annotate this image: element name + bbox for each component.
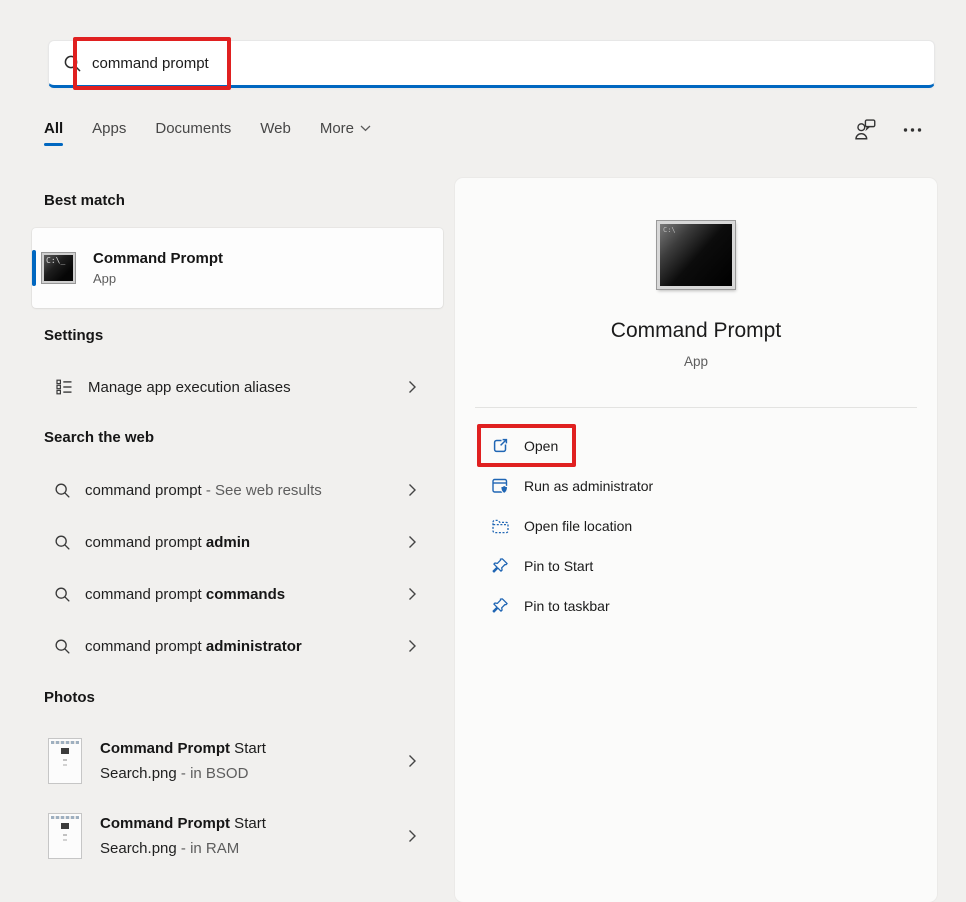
search-icon	[55, 534, 70, 550]
tab-all[interactable]: All	[44, 120, 64, 146]
tab-more[interactable]: More	[320, 120, 371, 137]
tab-documents[interactable]: Documents	[155, 120, 231, 137]
photo-thumbnail	[48, 813, 82, 859]
app-name: Command Prompt	[93, 250, 224, 267]
chevron-right-icon	[409, 830, 416, 842]
settings-heading: Settings	[44, 327, 104, 344]
pin-to-taskbar-button[interactable]: Pin to taskbar	[455, 586, 937, 626]
run-as-admin-icon	[492, 478, 509, 495]
topbar-icons	[852, 116, 923, 144]
search-filter-tabs: All Apps Documents Web More	[44, 120, 371, 146]
open-file-location-button[interactable]: Open file location	[455, 506, 937, 546]
settings-result-manage-aliases[interactable]: Manage app execution aliases	[32, 363, 443, 411]
pin-to-start-button[interactable]: Pin to Start	[455, 546, 937, 586]
photo-thumbnail	[48, 738, 82, 784]
more-options-icon[interactable]	[902, 122, 923, 138]
preview-app-type: App	[683, 354, 709, 369]
suggestion-text: command prompt admin	[85, 533, 251, 551]
search-box[interactable]: command prompt	[48, 40, 935, 88]
web-suggestion-see-results[interactable]: command prompt - See web results	[32, 466, 443, 514]
pin-icon	[492, 598, 508, 613]
pin-icon	[492, 558, 508, 573]
open-label: Open	[524, 438, 559, 454]
windows-search-panel: { "colors": { "accent": "#0067c0", "anno…	[0, 0, 966, 902]
open-button[interactable]: Open	[455, 426, 937, 466]
preview-panel: C:\ Command Prompt App Open Run as admin…	[455, 178, 937, 902]
run-as-administrator-button[interactable]: Run as administrator	[455, 466, 937, 506]
search-icon	[64, 55, 81, 71]
run-as-admin-label: Run as administrator	[524, 478, 654, 494]
selection-accent-bar	[32, 250, 36, 286]
best-match-text: Command Prompt App	[93, 250, 223, 286]
command-prompt-icon-large: C:\	[656, 220, 736, 290]
web-suggestion-admin[interactable]: command prompt admin	[32, 518, 443, 566]
photo-result-bsod[interactable]: Command Prompt Start Search.png - in BSO…	[32, 726, 443, 796]
search-web-heading: Search the web	[44, 429, 155, 446]
chevron-down-icon	[360, 125, 371, 132]
web-suggestion-administrator[interactable]: command prompt administrator	[32, 622, 443, 670]
pin-to-taskbar-label: Pin to taskbar	[524, 598, 610, 614]
chevron-right-icon	[409, 640, 416, 652]
tab-apps[interactable]: Apps	[92, 120, 126, 137]
suggestion-text: command prompt - See web results	[85, 481, 322, 499]
search-icon	[55, 482, 70, 498]
search-icon	[55, 586, 70, 602]
tab-web[interactable]: Web	[260, 120, 291, 137]
web-suggestion-commands[interactable]: command prompt commands	[32, 570, 443, 618]
chevron-right-icon	[409, 484, 416, 496]
settings-item-label: Manage app execution aliases	[88, 378, 291, 396]
search-icon	[55, 638, 70, 654]
open-file-location-label: Open file location	[524, 518, 633, 534]
chevron-right-icon	[409, 588, 416, 600]
open-external-icon	[493, 438, 508, 453]
search-input[interactable]: command prompt	[92, 55, 209, 72]
user-feedback-icon[interactable]	[852, 116, 880, 144]
best-match-heading: Best match	[44, 192, 125, 209]
photo-result-ram[interactable]: Command Prompt Start Search.png - in RAM	[32, 801, 443, 871]
chevron-right-icon	[409, 381, 416, 393]
pin-to-start-label: Pin to Start	[524, 558, 594, 574]
suggestion-text: command prompt commands	[85, 585, 286, 603]
app-type: App	[93, 271, 117, 286]
chevron-right-icon	[409, 755, 416, 767]
preview-app-name: Command Prompt	[610, 319, 782, 342]
list-settings-icon	[56, 379, 72, 395]
photos-heading: Photos	[44, 689, 95, 706]
suggestion-text: command prompt administrator	[85, 637, 302, 655]
command-prompt-icon: C:\_	[41, 252, 76, 284]
action-list: Open Run as administrator Open file loca…	[455, 426, 937, 626]
photo-text: Command Prompt Start Search.png - in BSO…	[100, 740, 266, 782]
divider	[475, 407, 917, 408]
best-match-result[interactable]: C:\_ Command Prompt App	[32, 228, 443, 308]
photo-text: Command Prompt Start Search.png - in RAM	[100, 815, 266, 857]
chevron-right-icon	[409, 536, 416, 548]
folder-icon	[492, 519, 509, 534]
